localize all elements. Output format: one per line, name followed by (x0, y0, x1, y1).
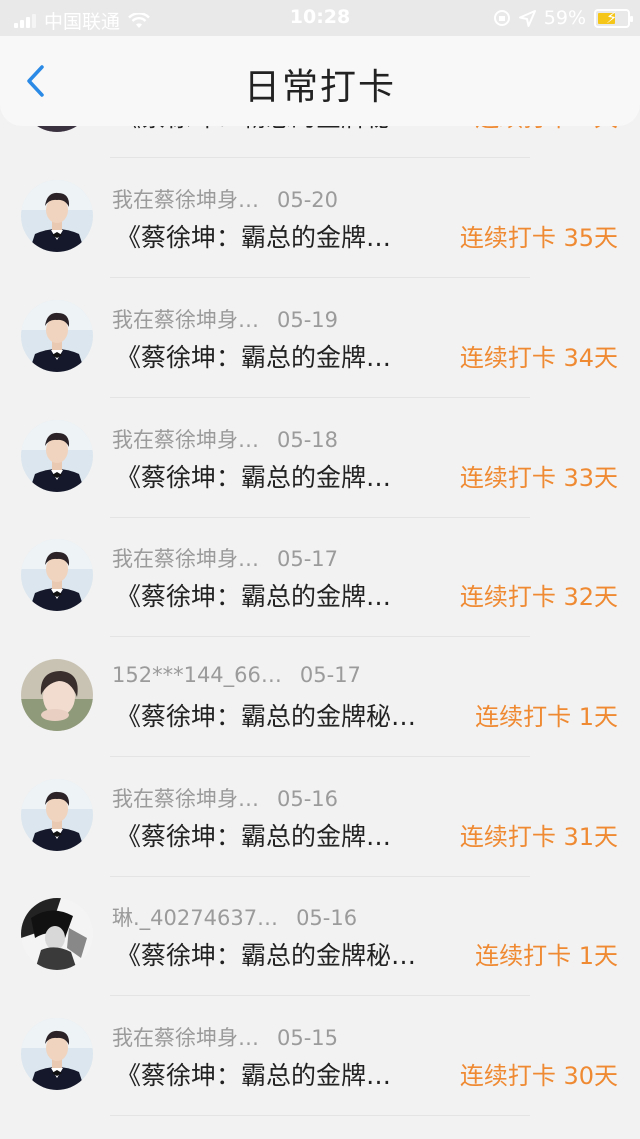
avatar[interactable] (21, 180, 93, 252)
streak-label: 连续打卡 33天 (459, 464, 618, 492)
user-name[interactable]: 我在蔡徐坤身… (112, 547, 259, 571)
checkin-date: 05-16 (277, 787, 339, 811)
user-line: 我在蔡徐坤身… 05-18 (112, 424, 338, 454)
orientation-lock-icon (493, 10, 510, 26)
book-title: 《蔡徐坤：霸总的金牌秘… (116, 941, 417, 970)
checkin-date: 05-17 (277, 547, 339, 571)
user-line: 我在蔡徐坤身… 05-15 (112, 1022, 338, 1052)
book-title: 《蔡徐坤：霸总的金牌… (116, 822, 392, 851)
status-bar: 中国联通 10:28 59% ⚡ (0, 0, 640, 36)
user-line: 琳._40274637… 05-16 (112, 902, 357, 932)
user-name[interactable]: 琳._40274637… (112, 906, 278, 930)
user-line: 我在蔡徐坤身… 05-17 (112, 543, 338, 573)
battery-icon: ⚡ (594, 8, 633, 28)
row-divider (110, 1115, 530, 1116)
user-name[interactable]: 我在蔡徐坤身… (112, 188, 259, 212)
avatar[interactable] (21, 779, 93, 851)
checkin-row[interactable]: 我在蔡徐坤身… 05-16 《蔡徐坤：霸总的金牌… 连续打卡 31天 (0, 757, 640, 877)
user-line: 152***144_66… 05-17 (112, 663, 361, 687)
streak-label: 连续打卡 32天 (459, 583, 618, 611)
user-line: 我在蔡徐坤身… 05-19 (112, 304, 338, 334)
streak-label: 连续打卡 1天 (475, 703, 618, 731)
battery-percent: 59% (543, 7, 586, 29)
streak-label: 连续打卡 35天 (459, 224, 618, 252)
checkin-date: 05-20 (277, 188, 339, 212)
streak-label: 连续打卡 1天 (475, 942, 618, 970)
user-name[interactable]: 我在蔡徐坤身… (112, 787, 259, 811)
checkin-row[interactable]: 我在蔡徐坤身… 05-19 《蔡徐坤：霸总的金牌… 连续打卡 34天 (0, 278, 640, 398)
user-line: 我在蔡徐坤身… 05-16 (112, 783, 338, 813)
book-title: 《蔡徐坤：霸总的金牌… (116, 1061, 392, 1090)
checkin-date: 05-18 (277, 428, 339, 452)
user-name[interactable]: 我在蔡徐坤身… (112, 308, 259, 332)
checkin-row[interactable]: 我在蔡徐坤身… 05-17 《蔡徐坤：霸总的金牌… 连续打卡 32天 (0, 517, 640, 637)
checkin-date: 05-17 (299, 663, 361, 687)
checkin-date: 05-19 (277, 308, 339, 332)
book-title: 《蔡徐坤：霸总的金牌… (116, 343, 392, 372)
nav-bar: 日常打卡 (0, 36, 640, 126)
checkin-row[interactable]: 我在蔡徐坤身… 05-15 《蔡徐坤：霸总的金牌… 连续打卡 30天 (0, 996, 640, 1116)
user-line: 我在蔡徐坤身… 05-20 (112, 184, 338, 214)
avatar[interactable] (21, 300, 93, 372)
avatar[interactable] (21, 898, 93, 970)
book-title: 《蔡徐坤：霸总的金牌… (116, 223, 392, 252)
checkin-row[interactable]: 琳._40274637… 05-16 《蔡徐坤：霸总的金牌秘… 连续打卡 1天 (0, 876, 640, 996)
avatar[interactable] (21, 659, 93, 731)
avatar[interactable] (21, 420, 93, 492)
streak-label: 连续打卡 30天 (459, 1062, 618, 1090)
book-title: 《蔡徐坤：霸总的金牌秘… (116, 702, 417, 731)
avatar[interactable] (21, 1018, 93, 1090)
checkin-date: 05-16 (296, 906, 358, 930)
location-icon (518, 9, 536, 27)
checkin-list[interactable]: 《蔡徐坤：霸总的金牌秘… 连续打卡 1天 我在蔡徐坤身… 05-20 《蔡徐坤：霸总的… (0, 96, 640, 1139)
avatar[interactable] (21, 539, 93, 611)
page-title: 日常打卡 (243, 67, 396, 108)
user-name[interactable]: 我在蔡徐坤身… (112, 1026, 259, 1050)
streak-label: 连续打卡 31天 (459, 823, 618, 851)
book-title: 《蔡徐坤：霸总的金牌… (116, 463, 392, 492)
checkin-row[interactable]: 我在蔡徐坤身… 05-20 《蔡徐坤：霸总的金牌… 连续打卡 35天 (0, 158, 640, 278)
status-right: 59% ⚡ (493, 7, 633, 29)
user-name[interactable]: 152***144_66… (112, 663, 282, 687)
user-name[interactable]: 我在蔡徐坤身… (112, 428, 259, 452)
checkin-date: 05-15 (277, 1026, 339, 1050)
checkin-row[interactable]: 我在蔡徐坤身… 05-18 《蔡徐坤：霸总的金牌… 连续打卡 33天 (0, 398, 640, 518)
streak-label: 连续打卡 34天 (459, 344, 618, 372)
checkin-row[interactable]: 152***144_66… 05-17 《蔡徐坤：霸总的金牌秘… 连续打卡 1天 (0, 637, 640, 757)
book-title: 《蔡徐坤：霸总的金牌… (116, 582, 392, 611)
